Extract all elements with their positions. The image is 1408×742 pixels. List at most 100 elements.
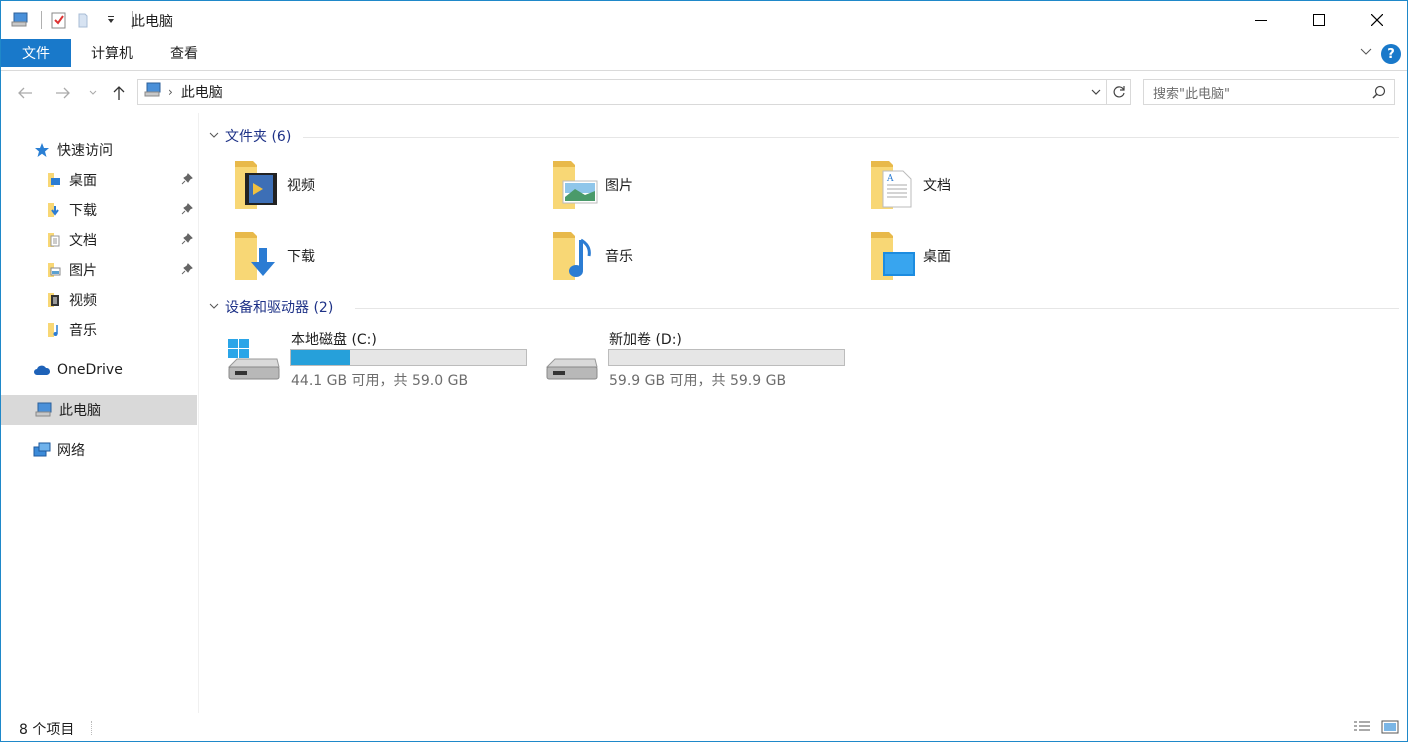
documents-folder-icon: A	[867, 157, 919, 213]
drive-usage-bar	[290, 349, 527, 366]
drive-icon	[543, 337, 599, 387]
customize-toolbar-dropdown-icon[interactable]	[100, 9, 122, 31]
videos-folder-icon	[45, 291, 63, 309]
details-view-icon	[1354, 721, 1370, 731]
sidebar-item-label: 快速访问	[57, 143, 113, 159]
downloads-folder-icon	[231, 228, 283, 284]
sidebar-item-label: 此电脑	[59, 403, 101, 419]
sidebar-item-label: 视频	[69, 293, 97, 309]
sidebar-item-label: OneDrive	[57, 362, 123, 378]
search-icon[interactable]	[1372, 85, 1386, 103]
properties-icon[interactable]	[48, 9, 70, 31]
toolbar-divider	[41, 11, 42, 29]
tab-file[interactable]: 文件	[1, 39, 71, 67]
folder-label: 音乐	[605, 249, 633, 265]
this-pc-icon	[35, 401, 53, 419]
drive-free-space: 44.1 GB 可用，共 59.0 GB	[291, 373, 469, 389]
drive-name: 新加卷 (D:)	[609, 332, 682, 348]
chevron-down-icon	[209, 299, 219, 315]
folder-documents[interactable]: A 文档	[837, 155, 1137, 215]
sidebar-item-music[interactable]: 音乐	[1, 315, 197, 345]
file-explorer-window: 此电脑 文件 计算机 查看 ? › 此电脑 搜索"此电脑" 快速访问 桌面 下载…	[0, 0, 1408, 742]
large-icons-view-button[interactable]	[1379, 718, 1401, 736]
tab-view[interactable]: 查看	[159, 39, 209, 67]
maximize-button[interactable]	[1290, 1, 1348, 39]
music-folder-icon	[549, 228, 601, 284]
this-pc-icon[interactable]	[9, 9, 31, 31]
sidebar-item-quick-access[interactable]: 快速访问	[1, 135, 197, 165]
pin-icon[interactable]	[181, 233, 193, 249]
sidebar-item-videos[interactable]: 视频	[1, 285, 197, 315]
navigation-pane: 快速访问 桌面 下载 文档 图片 视频 音乐 OneDrive 此电脑 网络	[1, 113, 199, 713]
downloads-folder-icon	[45, 201, 63, 219]
close-button[interactable]	[1348, 1, 1406, 39]
chevron-down-icon	[1091, 89, 1101, 95]
this-pc-icon	[144, 82, 162, 102]
title-bar: 此电脑	[1, 1, 1407, 39]
chevron-down-icon	[1360, 48, 1372, 55]
drive-usage-fill	[291, 350, 351, 365]
details-view-button[interactable]	[1351, 718, 1373, 736]
up-button[interactable]	[107, 81, 131, 105]
arrow-up-icon	[113, 86, 125, 100]
refresh-button[interactable]	[1107, 79, 1131, 105]
search-input[interactable]: 搜索"此电脑"	[1143, 79, 1395, 105]
expand-ribbon-button[interactable]	[1359, 45, 1373, 63]
group-header-devices[interactable]: 设备和驱动器 (2)	[209, 296, 333, 318]
recent-locations-button[interactable]	[83, 81, 103, 105]
videos-folder-icon	[231, 157, 283, 213]
sidebar-item-label: 桌面	[69, 173, 97, 189]
system-drive-icon	[225, 337, 281, 387]
folder-label: 文档	[923, 178, 951, 194]
pictures-folder-icon	[549, 157, 601, 213]
minimize-button[interactable]	[1232, 1, 1290, 39]
drive-name: 本地磁盘 (C:)	[291, 332, 377, 348]
chevron-down-icon	[209, 128, 219, 144]
folder-pictures[interactable]: 图片	[519, 155, 819, 215]
back-button[interactable]	[13, 81, 37, 105]
drive-d[interactable]: 新加卷 (D:) 59.9 GB 可用，共 59.9 GB	[519, 327, 845, 391]
breadcrumb-chevron-icon[interactable]: ›	[168, 85, 173, 99]
pin-icon[interactable]	[181, 173, 193, 189]
documents-folder-icon	[45, 231, 63, 249]
status-bar: 8 个项目	[1, 713, 1407, 741]
sidebar-item-this-pc[interactable]: 此电脑	[1, 395, 197, 425]
search-placeholder: 搜索"此电脑"	[1153, 86, 1230, 102]
refresh-icon	[1113, 86, 1125, 98]
tab-computer[interactable]: 计算机	[81, 39, 143, 67]
folder-music[interactable]: 音乐	[519, 226, 819, 286]
window-title: 此电脑	[131, 14, 173, 30]
address-bar[interactable]: › 此电脑	[137, 79, 1107, 105]
new-folder-icon[interactable]	[74, 9, 96, 31]
group-header-label: 设备和驱动器 (2)	[225, 300, 334, 316]
item-count: 8 个项目	[19, 722, 75, 738]
group-divider	[355, 308, 1399, 309]
folder-label: 下载	[287, 249, 315, 265]
pin-icon[interactable]	[181, 263, 193, 279]
sidebar-item-onedrive[interactable]: OneDrive	[1, 355, 197, 385]
sidebar-item-label: 音乐	[69, 323, 97, 339]
music-folder-icon	[45, 321, 63, 339]
folder-videos[interactable]: 视频	[201, 155, 501, 215]
quick-access-toolbar	[9, 9, 139, 31]
forward-button[interactable]	[51, 81, 75, 105]
sidebar-item-pictures[interactable]: 图片	[1, 255, 197, 285]
desktop-folder-icon	[867, 228, 919, 284]
address-history-dropdown[interactable]	[1090, 86, 1102, 102]
desktop-folder-icon	[45, 171, 63, 189]
sidebar-item-documents[interactable]: 文档	[1, 225, 197, 255]
drive-usage-bar	[608, 349, 845, 366]
pin-icon[interactable]	[181, 203, 193, 219]
sidebar-item-network[interactable]: 网络	[1, 435, 197, 465]
group-header-folders[interactable]: 文件夹 (6)	[209, 125, 291, 147]
drive-free-space: 59.9 GB 可用，共 59.9 GB	[609, 373, 787, 389]
help-button[interactable]: ?	[1381, 44, 1401, 64]
drive-c[interactable]: 本地磁盘 (C:) 44.1 GB 可用，共 59.0 GB	[201, 327, 527, 391]
sidebar-item-downloads[interactable]: 下载	[1, 195, 197, 225]
sidebar-item-desktop[interactable]: 桌面	[1, 165, 197, 195]
folder-label: 图片	[605, 178, 633, 194]
breadcrumb-this-pc[interactable]: 此电脑	[181, 82, 223, 102]
folder-desktop[interactable]: 桌面	[837, 226, 1137, 286]
folder-downloads[interactable]: 下载	[201, 226, 501, 286]
sidebar-item-label: 文档	[69, 233, 97, 249]
